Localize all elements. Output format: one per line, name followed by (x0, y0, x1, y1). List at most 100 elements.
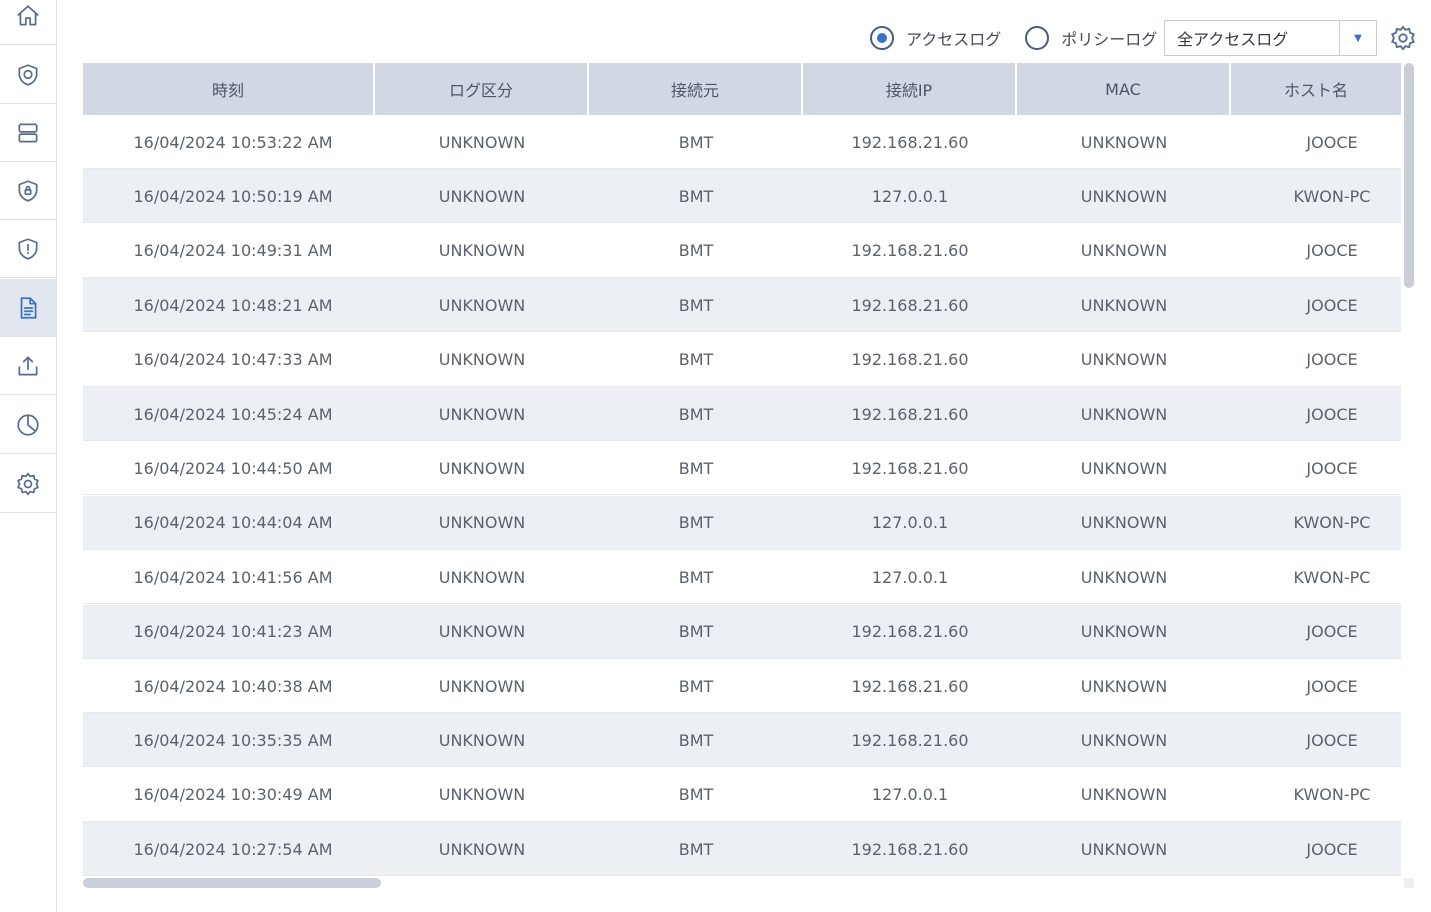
shield-badge-icon (18, 63, 38, 86)
table-row[interactable]: 16/04/2024 10:49:31 AM UNKNOWN BMT 192.168.… (83, 224, 1401, 278)
table-row[interactable]: 16/04/2024 10:40:38 AM UNKNOWN BMT 192.168.… (83, 659, 1401, 713)
sidebar-item-settings[interactable] (0, 455, 56, 513)
radio-access-log[interactable]: アクセスログ (870, 26, 1001, 50)
cell-mac: UNKNOWN (1080, 350, 1168, 370)
cell-ip: 192.168.21.60 (851, 839, 969, 859)
table-row[interactable]: 16/04/2024 10:44:04 AM UNKNOWN BMT 127.0.0.… (83, 495, 1401, 550)
cell-log-type: UNKNOWN (438, 458, 526, 478)
cell-source: BMT (678, 350, 714, 370)
table-row[interactable]: 16/04/2024 10:27:54 AM UNKNOWN BMT 192.168.… (83, 822, 1401, 876)
cell-log-type: UNKNOWN (438, 785, 526, 805)
cell-log-type: UNKNOWN (438, 622, 526, 642)
cell-source: BMT (678, 458, 714, 478)
cell-source: BMT (678, 186, 714, 206)
pie-chart-icon (17, 413, 39, 436)
column-header-source[interactable]: 接続元 (589, 63, 803, 115)
cell-mac: UNKNOWN (1080, 567, 1168, 587)
table-settings-button[interactable] (1389, 24, 1417, 52)
sidebar-item-alert[interactable] (0, 220, 56, 278)
document-icon (20, 296, 37, 319)
cell-mac: UNKNOWN (1080, 458, 1168, 478)
cell-time: 16/04/2024 10:49:31 AM (133, 241, 333, 261)
cell-hostname: JOOCE (1306, 730, 1358, 750)
cell-log-type: UNKNOWN (438, 295, 526, 315)
cell-log-type: UNKNOWN (438, 132, 526, 152)
cell-ip: 127.0.0.1 (871, 785, 949, 805)
radio-policy-log-circle[interactable] (1025, 26, 1050, 50)
column-header-hostname[interactable]: ホスト名 (1231, 63, 1401, 115)
column-header-ip[interactable]: 接続IP (803, 63, 1017, 115)
cell-mac: UNKNOWN (1080, 622, 1168, 642)
cell-mac: UNKNOWN (1080, 676, 1168, 696)
server-icon (18, 122, 38, 143)
vertical-scrollbar-thumb[interactable] (1404, 63, 1414, 288)
cell-mac: UNKNOWN (1080, 186, 1168, 206)
access-log-table: 時刻 ログ区分 接続元 接続IP MAC ホスト名 16/04/2024 10:… (83, 63, 1401, 876)
column-header-mac[interactable]: MAC (1017, 63, 1231, 115)
sidebar-item-server[interactable] (0, 104, 56, 162)
cell-time: 16/04/2024 10:44:50 AM (133, 458, 333, 478)
cell-source: BMT (678, 839, 714, 859)
chevron-down-icon[interactable]: ▼ (1339, 21, 1376, 55)
table-row[interactable]: 16/04/2024 10:41:56 AM UNKNOWN BMT 127.0.0.… (83, 550, 1401, 605)
table-row[interactable]: 16/04/2024 10:41:23 AM UNKNOWN BMT 192.168.… (83, 604, 1401, 659)
table-row[interactable]: 16/04/2024 10:50:19 AM UNKNOWN BMT 127.0.0.… (83, 169, 1401, 224)
cell-log-type: UNKNOWN (438, 676, 526, 696)
cell-ip: 192.168.21.60 (851, 730, 969, 750)
scrollbar-corner (1404, 878, 1414, 888)
cell-source: BMT (678, 785, 714, 805)
cell-hostname: KWON-PC (1293, 785, 1371, 805)
cell-time: 16/04/2024 10:44:04 AM (133, 513, 333, 533)
table-row[interactable]: 16/04/2024 10:47:33 AM UNKNOWN BMT 192.168.… (83, 333, 1401, 387)
cell-hostname: JOOCE (1306, 295, 1358, 315)
cell-mac: UNKNOWN (1080, 295, 1168, 315)
cell-log-type: UNKNOWN (438, 513, 526, 533)
cell-hostname: JOOCE (1306, 676, 1358, 696)
column-header-time[interactable]: 時刻 (83, 63, 375, 115)
radio-access-log-circle[interactable] (870, 26, 894, 50)
cell-hostname: JOOCE (1306, 132, 1358, 152)
cell-log-type: UNKNOWN (438, 567, 526, 587)
cell-ip: 192.168.21.60 (851, 404, 969, 424)
cell-hostname: JOOCE (1306, 622, 1358, 642)
cell-source: BMT (678, 513, 714, 533)
sidebar-item-home[interactable] (0, 0, 56, 45)
cell-hostname: KWON-PC (1293, 567, 1371, 587)
table-row[interactable]: 16/04/2024 10:53:22 AM UNKNOWN BMT 192.168.… (83, 115, 1401, 169)
home-icon (17, 4, 39, 26)
cell-log-type: UNKNOWN (438, 186, 526, 206)
cell-ip: 192.168.21.60 (851, 676, 969, 696)
upload-icon (18, 355, 38, 376)
shield-alert-icon (18, 237, 38, 260)
cell-ip: 192.168.21.60 (851, 458, 969, 478)
table-row[interactable]: 16/04/2024 10:30:49 AM UNKNOWN BMT 127.0.0.… (83, 768, 1401, 822)
cell-source: BMT (678, 241, 714, 261)
table-header: 時刻 ログ区分 接続元 接続IP MAC ホスト名 (83, 63, 1401, 115)
sidebar-item-export[interactable] (0, 337, 56, 395)
log-filter-select[interactable]: 全アクセスログ ▼ (1164, 20, 1377, 56)
cell-time: 16/04/2024 10:30:49 AM (133, 785, 333, 805)
table-row[interactable]: 16/04/2024 10:44:50 AM UNKNOWN BMT 192.168.… (83, 441, 1401, 496)
cell-time: 16/04/2024 10:47:33 AM (133, 350, 333, 370)
log-filter-select-value: 全アクセスログ (1177, 30, 1289, 49)
sidebar-item-logs[interactable] (0, 279, 56, 337)
radio-policy-log-label: ポリシーログ (1061, 30, 1158, 49)
sidebar-item-security-lock[interactable] (0, 162, 56, 220)
table-row[interactable]: 16/04/2024 10:45:24 AM UNKNOWN BMT 192.168.… (83, 387, 1401, 441)
radio-policy-log[interactable]: ポリシーログ (1025, 26, 1157, 50)
cell-hostname: JOOCE (1306, 404, 1358, 424)
table-row[interactable]: 16/04/2024 10:35:35 AM UNKNOWN BMT 192.168.… (83, 713, 1401, 768)
cell-hostname: JOOCE (1306, 350, 1358, 370)
sidebar-item-protection[interactable] (0, 46, 56, 104)
cell-source: BMT (678, 622, 714, 642)
cell-hostname: JOOCE (1306, 458, 1358, 478)
horizontal-scrollbar-thumb[interactable] (83, 878, 381, 888)
vertical-scrollbar[interactable] (1404, 63, 1414, 876)
cell-mac: UNKNOWN (1080, 513, 1168, 533)
horizontal-scrollbar[interactable] (83, 878, 1401, 888)
table-row[interactable]: 16/04/2024 10:48:21 AM UNKNOWN BMT 192.168.… (83, 278, 1401, 333)
column-header-log-type[interactable]: ログ区分 (375, 63, 589, 115)
cell-source: BMT (678, 404, 714, 424)
gear-icon (1391, 25, 1415, 51)
sidebar-item-reports[interactable] (0, 396, 56, 454)
